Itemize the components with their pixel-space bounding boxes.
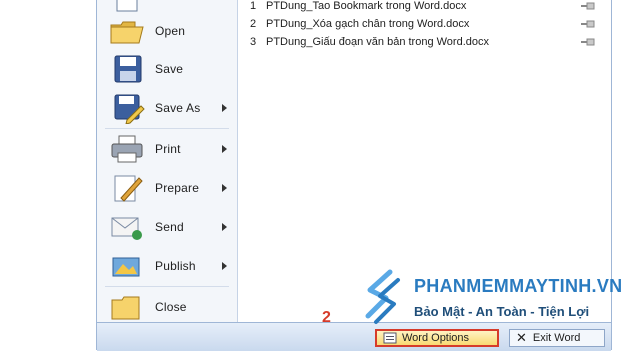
menu-item-label: Print	[155, 142, 181, 156]
submenu-arrow-icon	[222, 145, 227, 153]
publish-icon	[112, 257, 140, 277]
menu-item-label: Publish	[155, 259, 196, 273]
menu-item-print[interactable]: Print	[97, 130, 237, 168]
menu-commands-pane: Open Save Save As Print Prepare Send Pub…	[97, 0, 238, 322]
open-folder-icon	[110, 21, 144, 44]
recent-document-item[interactable]: 3 PTDung_Giấu đoạn văn bản trong Word.do…	[250, 33, 595, 51]
submenu-arrow-icon	[222, 223, 227, 231]
watermark-logo-icon	[365, 269, 400, 324]
recent-document-item[interactable]: 1 PTDung_Tao Bookmark trong Word.docx	[250, 0, 595, 15]
menu-divider	[105, 128, 229, 129]
recent-document-name: PTDung_Giấu đoạn văn bản trong Word.docx	[266, 36, 489, 48]
printer-icon	[111, 135, 143, 163]
menu-item-prepare[interactable]: Prepare	[97, 169, 237, 207]
send-icon	[111, 217, 142, 240]
submenu-arrow-icon	[222, 104, 227, 112]
menu-item-close[interactable]: Close	[97, 288, 237, 326]
prepare-icon	[114, 175, 143, 202]
submenu-arrow-icon	[222, 262, 227, 270]
submenu-arrow-icon	[222, 184, 227, 192]
menu-item-open[interactable]: Open	[97, 12, 237, 50]
watermark-title: PHANMEMMAYTINH.VN	[414, 276, 623, 296]
step-marker: 2	[322, 309, 331, 326]
pin-icon[interactable]	[581, 38, 595, 46]
menu-item-label: Open	[155, 24, 186, 38]
pin-icon[interactable]	[581, 2, 595, 10]
save-disk-icon	[114, 55, 142, 83]
recent-document-item[interactable]: 2 PTDung_Xóa gạch chân trong Word.docx	[250, 15, 595, 33]
menu-item-label: Prepare	[155, 181, 200, 195]
recent-document-number: 3	[250, 36, 257, 48]
exit-word-label: Exit Word	[532, 332, 581, 344]
recent-document-number: 2	[250, 18, 257, 30]
recent-document-name: PTDung_Xóa gạch chân trong Word.docx	[266, 18, 470, 30]
word-options-label: Word Options	[402, 332, 470, 344]
word-options-button[interactable]: Word Options	[375, 329, 499, 347]
menu-item-label: Send	[155, 220, 184, 234]
menu-item-save[interactable]: Save	[97, 50, 237, 88]
options-icon	[383, 332, 397, 344]
watermark-slogan: Bảo Mật - An Toàn - Tiện Lợi	[414, 304, 590, 319]
menu-item-label: Save	[155, 62, 184, 76]
close-folder-icon	[111, 296, 140, 320]
watermark: PHANMEMMAYTINH.VN Bảo Mật - An Toàn - Ti…	[360, 268, 636, 328]
pin-icon[interactable]	[581, 20, 595, 28]
menu-divider	[105, 286, 229, 287]
menu-item-send[interactable]: Send	[97, 208, 237, 246]
close-icon: ✕	[516, 330, 527, 345]
recent-document-number: 1	[250, 0, 257, 12]
menu-item-label: Save As	[155, 101, 201, 115]
menu-item-label: Close	[155, 300, 187, 314]
exit-word-button[interactable]: ✕ Exit Word	[509, 329, 605, 347]
menu-item-publish[interactable]: Publish	[97, 247, 237, 285]
save-as-icon	[114, 94, 145, 124]
recent-document-name: PTDung_Tao Bookmark trong Word.docx	[266, 0, 467, 12]
menu-item-save-as[interactable]: Save As	[97, 89, 237, 127]
